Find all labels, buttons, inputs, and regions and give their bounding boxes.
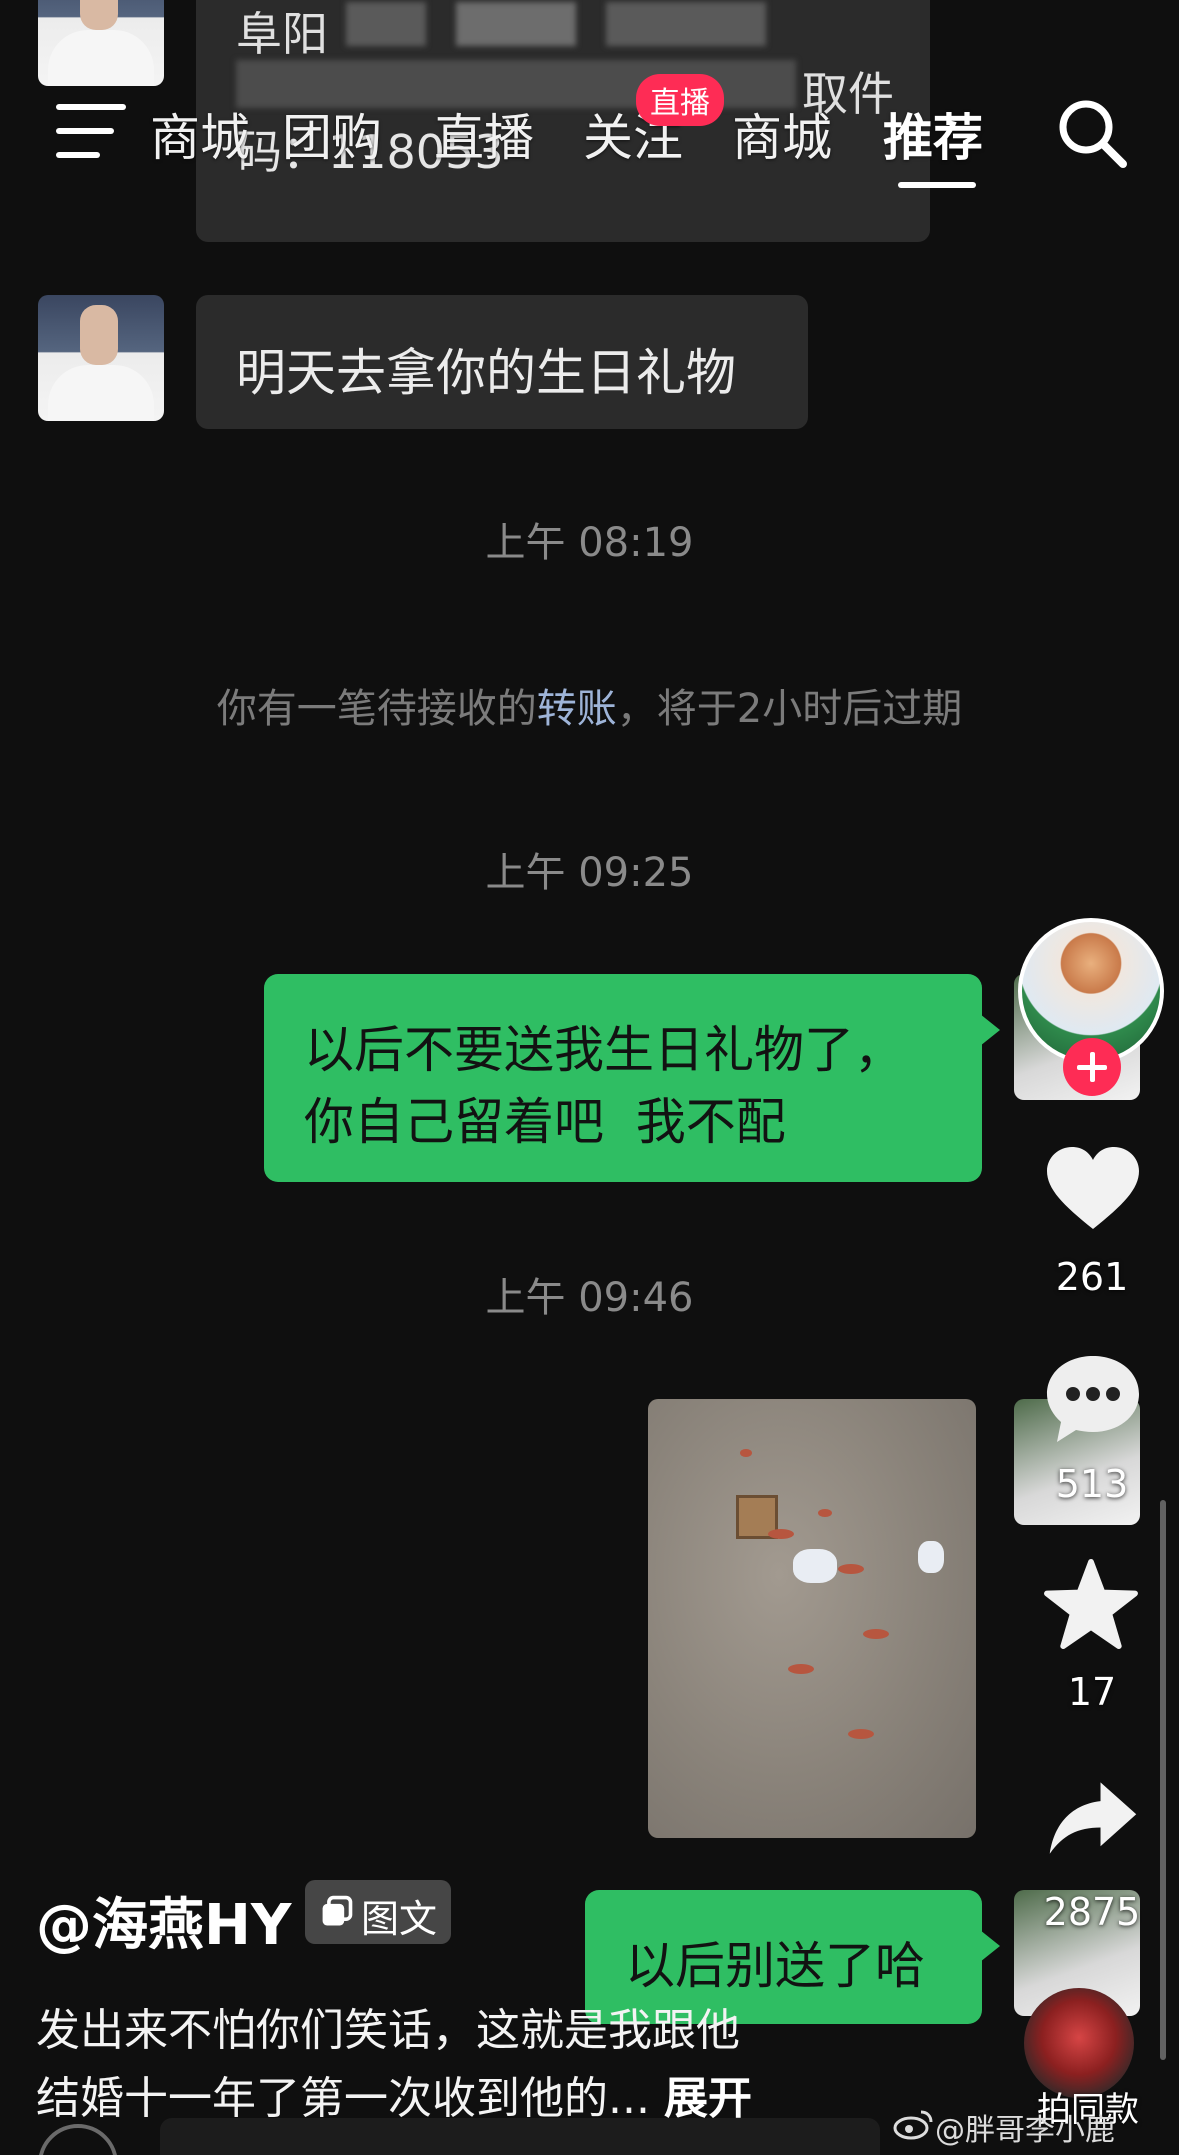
tab-recommend[interactable]: 推荐 [883, 98, 983, 170]
bottom-left-circle-icon[interactable] [38, 2124, 118, 2155]
share-icon[interactable] [1046, 1778, 1140, 1860]
sweet-potato [863, 1629, 889, 1639]
message-text-line2: 你自己留着吧 我不配 [304, 1093, 786, 1151]
sweet-potato [818, 1509, 832, 1517]
transfer-link[interactable]: 转账 [537, 686, 617, 732]
favorite-count: 17 [1067, 1670, 1117, 1714]
tab-live[interactable]: 直播 [434, 98, 534, 170]
expand-button[interactable]: 展开 [664, 2073, 752, 2124]
post-description-text: 结婚十一年了第一次收到他的... [36, 2073, 650, 2124]
timestamp: 上午 08:19 [485, 520, 694, 566]
sweet-potato [838, 1564, 864, 1574]
redacted-text-line1: 阜阳 [236, 7, 328, 61]
top-nav-bar: 商城 团购 直播 关注 直播 商城 推荐 [0, 74, 1179, 200]
photo-message[interactable] [648, 1399, 976, 1838]
live-badge: 直播 [636, 74, 724, 126]
message-text-line1: 以后不要送我生日礼物了， [304, 1021, 904, 1079]
cloth-piece [793, 1549, 837, 1583]
sender-avatar [38, 0, 164, 86]
message-text: 明天去拿你的生日礼物 [236, 344, 736, 402]
post-description-line2: 结婚十一年了第一次收到他的... 展开 [36, 2062, 752, 2126]
sweet-potato [768, 1529, 794, 1539]
author-name[interactable]: @海燕HY [36, 1880, 291, 1961]
tab-mall[interactable]: 商城 [732, 98, 832, 170]
post-description-line1: 发出来不怕你们笑话，这就是我跟他 [36, 2005, 740, 2056]
search-icon[interactable] [1055, 96, 1129, 170]
tab-group-buy[interactable]: 团购 [282, 98, 382, 170]
sender-avatar [38, 295, 164, 421]
post-type-tag: 图文 [305, 1880, 451, 1944]
star-icon[interactable] [1043, 1558, 1139, 1650]
cloth-piece [918, 1541, 944, 1573]
incoming-message-bubble: 明天去拿你的生日礼物 [196, 295, 808, 429]
redacted-block [346, 2, 426, 46]
tab-mall-cut[interactable]: 商城 [150, 98, 250, 170]
heart-icon[interactable] [1043, 1143, 1143, 1233]
sweet-potato [740, 1449, 752, 1457]
timestamp: 上午 09:25 [485, 850, 694, 896]
menu-icon[interactable] [56, 104, 126, 160]
redacted-block [456, 2, 576, 46]
share-count: 2875 [1043, 1890, 1141, 1934]
transfer-notice: 你有一笔待接收的转账，将于2小时后过期 [0, 676, 1179, 734]
outgoing-message-bubble: 以后不要送我生日礼物了， 你自己留着吧 我不配 [264, 974, 1000, 1182]
image-text-icon [322, 1895, 353, 1926]
active-tab-indicator [898, 182, 976, 188]
message-text: 以后别送了哈 [625, 1937, 925, 1995]
weibo-logo-icon [893, 2110, 933, 2140]
watermark: @胖哥李小鹿 [935, 2113, 1115, 2148]
comment-count: 513 [1055, 1462, 1129, 1506]
bottom-partial-bar [160, 2118, 880, 2155]
transfer-notice-suffix: ，将于2小时后过期 [616, 686, 963, 732]
timestamp: 上午 09:46 [485, 1275, 694, 1321]
sweet-potato [848, 1729, 874, 1739]
sweet-potato [788, 1664, 814, 1674]
scrollbar[interactable] [1160, 1500, 1166, 2060]
like-count: 261 [1055, 1255, 1129, 1299]
follow-plus-icon[interactable] [1063, 1038, 1121, 1096]
post-type-label: 图文 [361, 1897, 438, 1941]
transfer-notice-prefix: 你有一笔待接收的 [216, 686, 537, 732]
redacted-block [606, 2, 766, 46]
comment-icon[interactable] [1043, 1350, 1143, 1446]
